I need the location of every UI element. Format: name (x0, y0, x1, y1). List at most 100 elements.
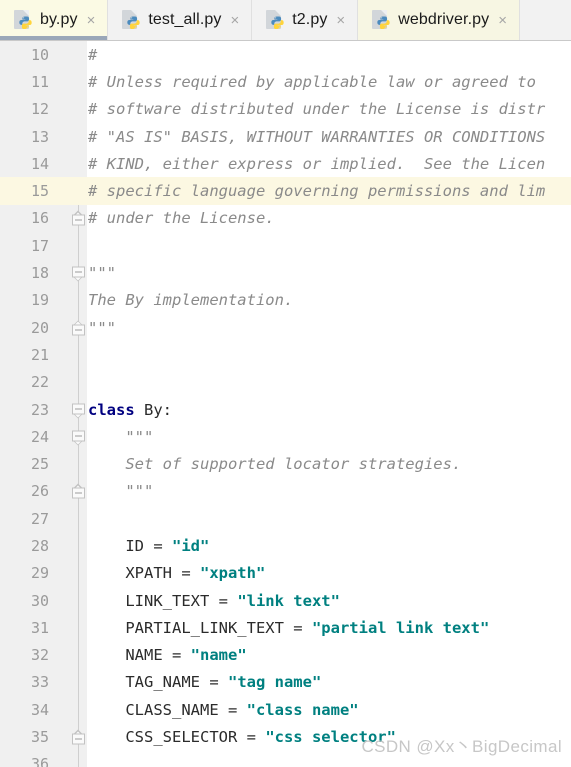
fold-gutter-cell[interactable] (58, 586, 87, 615)
code-line[interactable]: 20 """ (0, 313, 571, 342)
close-icon[interactable]: × (85, 13, 97, 28)
fold-gutter-cell[interactable] (58, 41, 87, 69)
fold-gutter-cell[interactable] (58, 286, 87, 314)
fold-gutter-cell[interactable] (58, 259, 87, 287)
fold-toggle-icon[interactable] (72, 266, 85, 282)
code-text[interactable]: # specific language governing permission… (87, 177, 571, 205)
fold-gutter-cell[interactable] (58, 177, 87, 205)
code-text[interactable]: LINK_TEXT = "link text" (87, 587, 571, 614)
fold-gutter-cell[interactable] (58, 559, 87, 587)
line-number: 12 (0, 95, 58, 123)
line-number: 27 (0, 505, 58, 533)
close-icon[interactable]: × (334, 13, 346, 28)
code-text[interactable]: The By implementation. (87, 287, 571, 314)
code-line[interactable]: 31 PARTIAL_LINK_TEXT = "partial link tex… (0, 614, 571, 642)
code-text[interactable] (87, 505, 571, 532)
code-text[interactable]: ID = "id" (87, 532, 571, 559)
fold-gutter-cell[interactable] (58, 423, 87, 451)
code-line[interactable]: 11 # Unless required by applicable law or… (0, 68, 571, 96)
code-text[interactable]: XPATH = "xpath" (87, 560, 571, 587)
code-line[interactable]: 34 CLASS_NAME = "class name" (0, 696, 571, 724)
line-number: 21 (0, 341, 58, 369)
code-text[interactable]: # Unless required by applicable law or a… (87, 68, 571, 95)
code-line[interactable]: 13 # "AS IS" BASIS, WITHOUT WARRANTIES OR… (0, 122, 571, 151)
fold-gutter-cell[interactable] (58, 95, 87, 123)
fold-gutter-cell[interactable] (58, 614, 87, 642)
code-text[interactable]: # under the License. (87, 205, 571, 232)
fold-toggle-icon[interactable] (72, 210, 85, 226)
fold-gutter-cell[interactable] (58, 505, 87, 533)
fold-toggle-icon[interactable] (72, 430, 85, 446)
tab-t2-py[interactable]: t2.py × (252, 0, 359, 40)
code-line[interactable]: 29 XPATH = "xpath" (0, 559, 571, 587)
code-text[interactable]: """ (87, 314, 571, 341)
code-text[interactable] (87, 341, 571, 368)
token-comment: # under the License. (88, 209, 275, 228)
code-line[interactable]: 33 TAG_NAME = "tag name" (0, 668, 571, 697)
tab-test_all-py[interactable]: test_all.py × (108, 0, 253, 40)
fold-gutter-cell[interactable] (58, 313, 87, 342)
code-line[interactable]: 14 # KIND, either express or implied. See… (0, 150, 571, 178)
code-text[interactable]: """ (87, 423, 571, 450)
code-line[interactable]: 27 (0, 505, 571, 533)
tab-by-py[interactable]: by.py × (0, 0, 109, 40)
code-line[interactable]: 17 (0, 232, 571, 260)
code-line[interactable]: 10 # (0, 41, 571, 69)
fold-toggle-icon[interactable] (72, 320, 85, 336)
code-text[interactable] (87, 232, 571, 259)
fold-gutter-cell[interactable] (58, 750, 87, 767)
fold-toggle-icon[interactable] (72, 729, 85, 745)
code-line[interactable]: 12 # software distributed under the Licen… (0, 95, 571, 123)
code-text[interactable]: # "AS IS" BASIS, WITHOUT WARRANTIES OR C… (87, 123, 571, 150)
fold-gutter-cell[interactable] (58, 450, 87, 478)
code-editor[interactable]: 10 #11 # Unless required by applicable law… (0, 41, 571, 767)
code-line[interactable]: 23 class By: (0, 395, 571, 424)
code-line[interactable]: 19 The By implementation. (0, 286, 571, 314)
code-line[interactable]: 26 """ (0, 477, 571, 506)
token-str: "id" (172, 536, 210, 555)
fold-gutter-cell[interactable] (58, 723, 87, 751)
fold-gutter-cell[interactable] (58, 204, 87, 233)
fold-toggle-icon[interactable] (72, 483, 85, 499)
code-line[interactable]: 16 # under the License. (0, 204, 571, 233)
line-number: 36 (0, 750, 58, 767)
code-line[interactable]: 21 (0, 341, 571, 369)
code-text[interactable]: class By: (87, 396, 571, 423)
code-text[interactable]: NAME = "name" (87, 642, 571, 669)
code-line[interactable]: 30 LINK_TEXT = "link text" (0, 586, 571, 615)
code-text[interactable]: # KIND, either express or implied. See t… (87, 150, 571, 177)
fold-gutter-cell[interactable] (58, 532, 87, 560)
code-line[interactable]: 28 ID = "id" (0, 532, 571, 560)
code-line[interactable]: 25 Set of supported locator strategies. (0, 450, 571, 478)
close-icon[interactable]: × (496, 13, 508, 28)
code-line[interactable]: 24 """ (0, 423, 571, 451)
code-text[interactable]: """ (87, 259, 571, 286)
code-text[interactable]: Set of supported locator strategies. (87, 450, 571, 477)
fold-gutter-cell[interactable] (58, 341, 87, 369)
fold-gutter-cell[interactable] (58, 641, 87, 669)
code-text[interactable]: CLASS_NAME = "class name" (87, 696, 571, 723)
fold-gutter-cell[interactable] (58, 395, 87, 424)
tab-webdriver-py[interactable]: webdriver.py × (358, 0, 520, 40)
code-text[interactable]: TAG_NAME = "tag name" (87, 669, 571, 696)
code-text[interactable]: # (87, 41, 571, 68)
code-line[interactable]: 22 (0, 368, 571, 396)
fold-gutter-cell[interactable] (58, 68, 87, 96)
fold-gutter-cell[interactable] (58, 150, 87, 178)
fold-gutter-cell[interactable] (58, 122, 87, 151)
fold-gutter-cell[interactable] (58, 477, 87, 506)
code-line[interactable]: 32 NAME = "name" (0, 641, 571, 669)
fold-gutter-cell[interactable] (58, 232, 87, 260)
fold-gutter-cell[interactable] (58, 368, 87, 396)
code-text[interactable]: """ (87, 478, 571, 505)
code-text[interactable]: PARTIAL_LINK_TEXT = "partial link text" (87, 614, 571, 641)
close-icon[interactable]: × (228, 13, 240, 28)
fold-gutter-cell[interactable] (58, 696, 87, 724)
token-comment: # specific language governing permission… (88, 182, 546, 201)
code-line[interactable]: 15 # specific language governing permissi… (0, 177, 571, 205)
fold-gutter-cell[interactable] (58, 668, 87, 697)
code-text[interactable]: # software distributed under the License… (87, 96, 571, 123)
code-line[interactable]: 18 """ (0, 259, 571, 287)
code-text[interactable] (87, 369, 571, 396)
fold-toggle-icon[interactable] (72, 403, 85, 418)
